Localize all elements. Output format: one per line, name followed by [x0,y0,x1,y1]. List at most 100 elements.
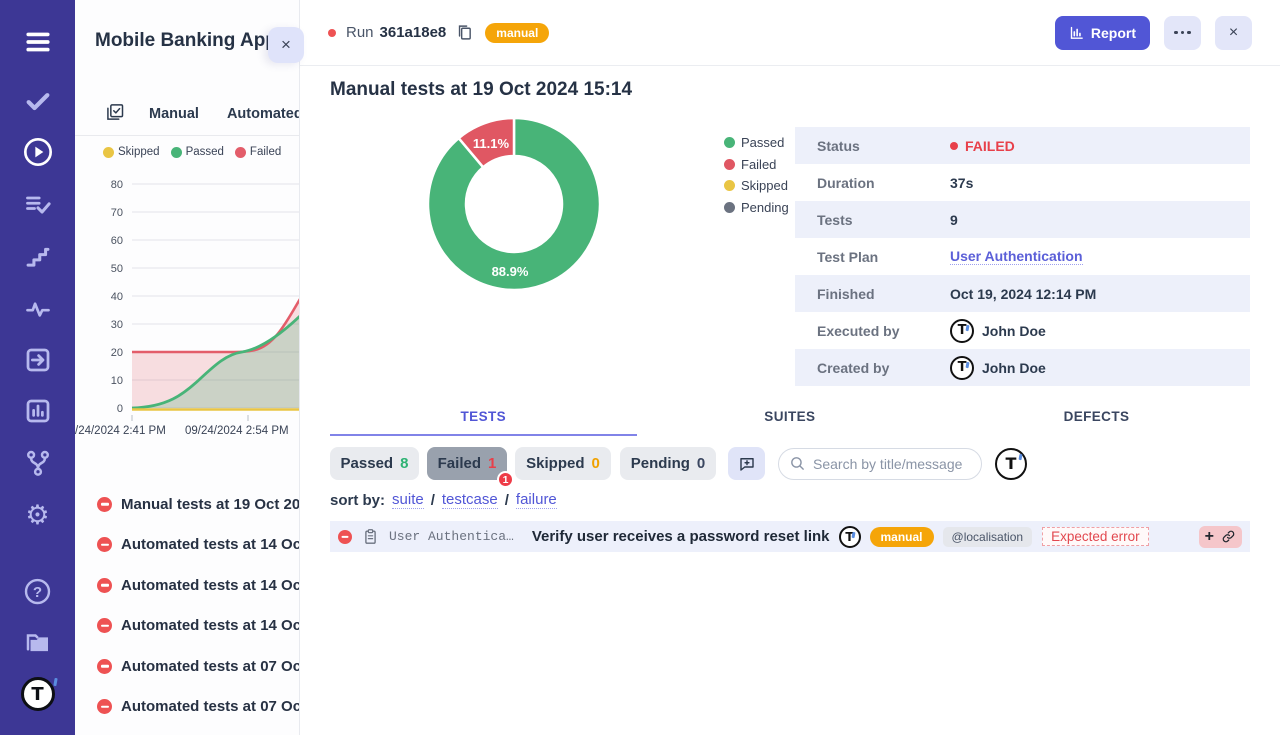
donut-legend: Passed Failed Skipped Pending [724,132,789,218]
info-row-created-by: Created by TJohn Doe [795,349,1250,386]
run-status-dot [328,29,336,37]
run-list-item[interactable]: Automated tests at 14 Oct 2024 [75,606,300,647]
filter-skipped-button[interactable]: Skipped0 [515,447,611,480]
run-list-item[interactable]: Automated tests at 07 Oct 2024 [75,687,300,728]
copy-run-id-button[interactable] [456,24,473,41]
run-topbar: Run 361a18e8 manual Report × [300,0,1280,66]
tab-manual[interactable]: Manual [149,106,199,122]
svg-text:10: 10 [111,375,123,387]
legend-failed: Failed [235,146,281,158]
skipped-dot [724,180,735,191]
sort-by-testcase[interactable]: testcase [442,491,498,509]
svg-text:11.1%: 11.1% [473,136,510,151]
svg-text:30: 30 [111,319,123,331]
play-circle-icon[interactable] [0,136,75,168]
failed-status-icon [338,530,352,544]
hamburger-menu-icon[interactable] [0,26,75,58]
ellipsis-icon [1174,31,1191,35]
info-row-finished: Finished Oct 19, 2024 12:14 PM [795,275,1250,312]
user-avatar[interactable]: T [995,448,1027,480]
tab-defects[interactable]: DEFECTS [943,402,1250,436]
help-circle-icon[interactable]: ? [0,576,75,606]
test-title[interactable]: Verify user receives a password reset li… [532,528,830,545]
add-comment-button[interactable] [728,447,765,480]
filter-passed-button[interactable]: Passed8 [330,447,419,480]
folders-icon[interactable] [0,628,75,658]
run-list-item[interactable]: Automated tests at 14 Oct 2024 [75,565,300,606]
svg-text:?: ? [33,583,42,600]
legend-skipped: Skipped [724,175,789,197]
result-tabs: TESTS SUITES DEFECTS [330,402,1250,436]
info-row-status: Status FAILED [795,127,1250,164]
search-input[interactable] [778,448,982,480]
trend-legend: Skipped Passed Failed [103,146,281,158]
filter-failed-button[interactable]: Failed1 1 [427,447,507,480]
expected-error-chip[interactable]: Expected error [1042,527,1149,546]
steps-icon[interactable] [0,243,75,271]
run-list-item[interactable]: Manual tests at 19 Oct 2024 [75,484,300,525]
close-run-button[interactable]: × [1215,16,1252,50]
app-root: ⚙ ? T Mobile Banking App Manual Automate… [0,0,1280,735]
tab-tests[interactable]: TESTS [330,402,637,436]
run-history-list: Manual tests at 19 Oct 2024 Automated te… [75,484,300,727]
project-panel: Mobile Banking App Manual Automated Skip… [75,0,300,735]
sidebar: ⚙ ? T [0,0,75,735]
check-icon[interactable] [0,86,75,116]
failed-dot [235,147,246,158]
analytics-icon[interactable] [0,396,75,426]
failed-status-icon [97,578,112,593]
gear-icon[interactable]: ⚙ [0,500,75,530]
app-logo[interactable]: T [0,676,75,712]
legend-pending: Pending [724,197,789,219]
row-actions: + [1199,526,1242,548]
status-badge: FAILED [950,138,1015,154]
clipboard-icon [362,528,379,545]
test-plan-link[interactable]: User Authentication [950,248,1083,265]
svg-text:20: 20 [111,347,123,359]
run-heading: Manual tests at 19 Oct 2024 15:14 [330,79,632,101]
failed-status-icon [97,699,112,714]
results-donut-chart: 11.1% 88.9% [414,104,614,304]
sort-by-suite[interactable]: suite [392,491,424,509]
search-box [778,448,982,480]
passed-dot [171,147,182,158]
info-row-testplan: Test Plan User Authentication [795,238,1250,275]
sort-by-failure[interactable]: failure [516,491,557,509]
test-suite-name[interactable]: User Authentica… [389,529,514,544]
report-chart-icon [1069,25,1084,40]
link-icon[interactable] [1221,529,1236,544]
svg-text:40: 40 [111,291,123,303]
more-actions-button[interactable] [1164,16,1201,50]
info-row-executed-by: Executed by TJohn Doe [795,312,1250,349]
activity-pulse-icon[interactable] [0,295,75,323]
pending-dot [724,202,735,213]
panel-close-button[interactable]: × [268,27,304,63]
copy-check-icon [105,102,125,127]
copy-icon [456,24,473,41]
report-button[interactable]: Report [1055,16,1150,50]
run-list-item[interactable]: Automated tests at 07 Oct 2024 [75,646,300,687]
assignee-avatar: T [839,526,861,548]
test-tag[interactable]: @localisation [943,527,1033,547]
run-list-item[interactable]: Automated tests at 14 Oct 2024 [75,525,300,566]
filter-pending-button[interactable]: Pending0 [620,447,716,480]
divider [75,135,300,136]
failed-status-icon [97,497,112,512]
legend-passed: Passed [724,132,789,154]
failed-status-icon [97,618,112,633]
branch-icon[interactable] [0,448,75,478]
run-info-table: Status FAILED Duration 37s Tests 9 Test … [795,127,1250,386]
test-result-row[interactable]: User Authentica… Verify user receives a … [330,521,1250,552]
tab-suites[interactable]: SUITES [637,402,944,436]
test-type-badge: manual [870,527,934,547]
run-detail: Run 361a18e8 manual Report × Manual test… [300,0,1280,735]
run-type-badge: manual [485,23,549,43]
tab-automated[interactable]: Automated [227,106,300,122]
svg-text:60: 60 [111,235,123,247]
list-check-icon[interactable] [0,191,75,219]
failed-status-icon [97,659,112,674]
avatar: T [950,319,974,343]
svg-text:70: 70 [111,207,123,219]
import-run-icon[interactable] [0,345,75,375]
add-button[interactable]: + [1205,529,1214,545]
